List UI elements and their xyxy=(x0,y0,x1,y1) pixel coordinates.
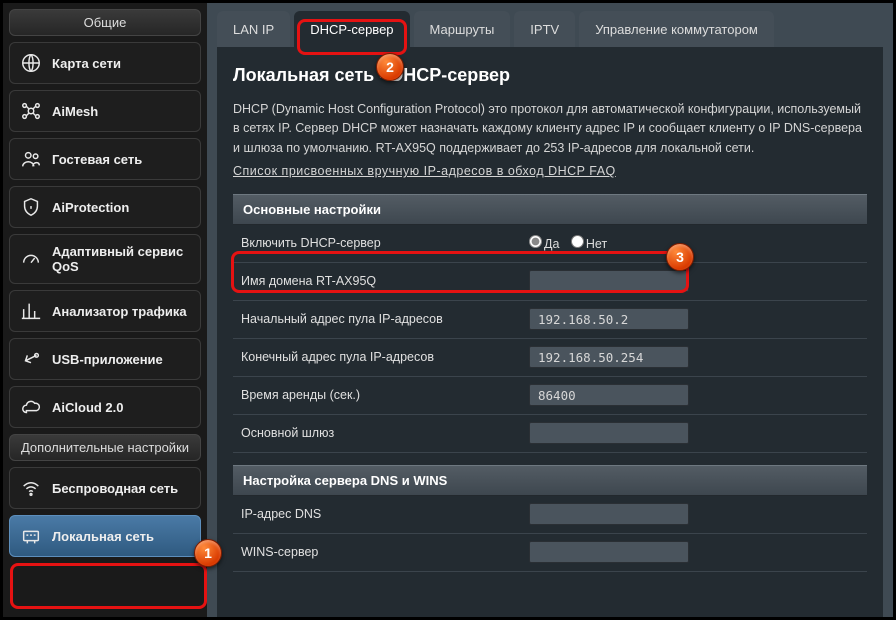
sidebar-item-traffic[interactable]: Анализатор трафика xyxy=(9,290,201,332)
row-dns: IP-адрес DNS xyxy=(233,496,867,534)
sidebar-item-wireless[interactable]: Беспроводная сеть xyxy=(9,467,201,509)
input-lease[interactable] xyxy=(529,384,689,406)
radio-no[interactable] xyxy=(571,235,584,248)
radio-yes-wrap[interactable]: Да xyxy=(529,235,559,251)
nav-label: AiMesh xyxy=(52,104,98,119)
row-domain: Имя домена RT-AX95Q xyxy=(233,263,867,301)
label-lease: Время аренды (сек.) xyxy=(233,388,519,402)
faq-link[interactable]: Список присвоенных вручную IP-адресов в … xyxy=(233,164,616,178)
lan-icon xyxy=(20,525,42,547)
label-domain: Имя домена RT-AX95Q xyxy=(233,274,519,288)
sidebar-section-advanced: Дополнительные настройки xyxy=(9,434,201,461)
input-wins[interactable] xyxy=(529,541,689,563)
radio-no-label: Нет xyxy=(586,237,607,251)
tab-dhcp[interactable]: DHCP-сервер xyxy=(294,11,409,47)
mesh-icon xyxy=(20,100,42,122)
nav-label: Беспроводная сеть xyxy=(52,481,178,496)
chart-icon xyxy=(20,300,42,322)
row-pool-start: Начальный адрес пула IP-адресов xyxy=(233,301,867,339)
radio-no-wrap[interactable]: Нет xyxy=(571,235,607,251)
page-title: Локальная сеть - DHCP-сервер xyxy=(233,65,867,86)
tab-iptv[interactable]: IPTV xyxy=(514,11,575,47)
sidebar-item-aicloud[interactable]: AiCloud 2.0 xyxy=(9,386,201,428)
content: Локальная сеть - DHCP-сервер DHCP (Dynam… xyxy=(217,47,883,617)
nav-label: AiCloud 2.0 xyxy=(52,400,124,415)
marker-2: 2 xyxy=(376,53,404,81)
radio-yes[interactable] xyxy=(529,235,542,248)
row-lease: Время аренды (сек.) xyxy=(233,377,867,415)
section-basic: Основные настройки xyxy=(233,194,867,225)
nav-label: Карта сети xyxy=(52,56,121,71)
input-dns[interactable] xyxy=(529,503,689,525)
label-pool-end: Конечный адрес пула IP-адресов xyxy=(233,350,519,364)
main-panel: LAN IP DHCP-сервер Маршруты IPTV Управле… xyxy=(207,3,893,617)
usb-icon xyxy=(20,348,42,370)
gauge-icon xyxy=(20,248,42,270)
marker-1: 1 xyxy=(194,539,222,567)
sidebar-section-general: Общие xyxy=(9,9,201,36)
nav-label: USB-приложение xyxy=(52,352,163,367)
tabs: LAN IP DHCP-сервер Маршруты IPTV Управле… xyxy=(207,3,893,47)
sidebar: Общие Карта сети AiMesh Гостевая сеть Ai… xyxy=(3,3,207,617)
cloud-icon xyxy=(20,396,42,418)
input-pool-end[interactable] xyxy=(529,346,689,368)
input-pool-start[interactable] xyxy=(529,308,689,330)
label-dns: IP-адрес DNS xyxy=(233,507,519,521)
sidebar-item-aimesh[interactable]: AiMesh xyxy=(9,90,201,132)
tab-lan-ip[interactable]: LAN IP xyxy=(217,11,290,47)
input-gateway[interactable] xyxy=(529,422,689,444)
marker-3: 3 xyxy=(666,243,694,271)
label-pool-start: Начальный адрес пула IP-адресов xyxy=(233,312,519,326)
label-gateway: Основной шлюз xyxy=(233,426,519,440)
label-enable-dhcp: Включить DHCP-сервер xyxy=(233,236,519,250)
section-dns: Настройка сервера DNS и WINS xyxy=(233,465,867,496)
wifi-icon xyxy=(20,477,42,499)
tab-routes[interactable]: Маршруты xyxy=(414,11,511,47)
page-description: DHCP (Dynamic Host Configuration Protoco… xyxy=(233,100,867,158)
shield-icon xyxy=(20,196,42,218)
globe-icon xyxy=(20,52,42,74)
row-pool-end: Конечный адрес пула IP-адресов xyxy=(233,339,867,377)
input-domain[interactable] xyxy=(529,270,689,292)
sidebar-item-aiprotection[interactable]: AiProtection xyxy=(9,186,201,228)
nav-label: Локальная сеть xyxy=(52,529,154,544)
label-wins: WINS-сервер xyxy=(233,545,519,559)
sidebar-item-network-map[interactable]: Карта сети xyxy=(9,42,201,84)
sidebar-item-usb[interactable]: USB-приложение xyxy=(9,338,201,380)
nav-label: Анализатор трафика xyxy=(52,304,187,319)
row-wins: WINS-сервер xyxy=(233,534,867,572)
nav-label: Адаптивный сервис QoS xyxy=(52,244,190,274)
row-enable-dhcp: Включить DHCP-сервер Да Нет xyxy=(233,225,867,263)
tab-switch[interactable]: Управление коммутатором xyxy=(579,11,774,47)
users-icon xyxy=(20,148,42,170)
nav-label: Гостевая сеть xyxy=(52,152,142,167)
sidebar-item-lan[interactable]: Локальная сеть xyxy=(9,515,201,557)
radio-yes-label: Да xyxy=(544,237,559,251)
nav-label: AiProtection xyxy=(52,200,129,215)
sidebar-item-guest[interactable]: Гостевая сеть xyxy=(9,138,201,180)
row-gateway: Основной шлюз xyxy=(233,415,867,453)
sidebar-item-qos[interactable]: Адаптивный сервис QoS xyxy=(9,234,201,284)
